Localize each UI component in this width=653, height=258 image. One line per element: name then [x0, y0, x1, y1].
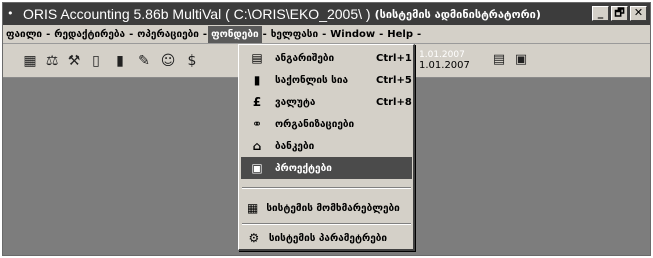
app-icon[interactable]: • -: [7, 7, 23, 34]
menu-item-accounts[interactable]: ▤ ანგარიშები Ctrl+1: [241, 47, 412, 69]
restore-button[interactable]: 🗗: [611, 6, 628, 21]
menu-help[interactable]: Help: [384, 26, 416, 43]
date-ghost: 1.01.2007: [419, 50, 465, 60]
bank-icon: ⌂: [252, 139, 262, 153]
menu-item-system-parameters[interactable]: ⚙ სისტემის პარამეტრები: [241, 227, 412, 249]
menu-item-label: პროექტები: [275, 162, 332, 174]
menu-item-currency[interactable]: £ ვალუტა Ctrl+8: [241, 91, 412, 113]
scale-icon[interactable]: ⚖: [43, 52, 61, 70]
tools-icon[interactable]: ⚒: [65, 52, 83, 70]
funds-dropdown-menu: ▤ ანგარიშები Ctrl+1 ▮ საქონლის სია Ctrl+…: [238, 44, 415, 251]
menu-item-system-users[interactable]: ▦ სისტემის მომხმარებლები: [241, 197, 412, 219]
menu-salary[interactable]: ხელფასი: [268, 26, 321, 43]
window-title: ORIS Accounting 5.86b MultiVal ( C:\ORIS…: [23, 6, 371, 22]
menu-item-shortcut: Ctrl+1: [376, 52, 412, 64]
barcode-icon[interactable]: ▮: [111, 52, 129, 70]
menu-divider: [242, 223, 411, 225]
menu-item-shortcut: Ctrl+8: [376, 96, 412, 108]
menu-item-label: ბანკები: [275, 140, 315, 152]
edit-icon[interactable]: ✎: [135, 52, 153, 70]
handshake-icon: ⚭: [251, 117, 263, 131]
menu-item-banks[interactable]: ⌂ ბანკები: [241, 135, 412, 157]
menu-item-goods-list[interactable]: ▮ საქონლის სია Ctrl+5: [241, 69, 412, 91]
menu-item-label: ვალუტა: [275, 96, 316, 108]
menu-divider: [242, 187, 411, 189]
menu-item-shortcut: Ctrl+5: [376, 74, 412, 86]
menu-item-projects[interactable]: ▣ პროექტები: [241, 157, 412, 179]
menu-bar: ფაილი - რედაქტირება - ოპერაციები - ფონდე…: [3, 25, 650, 44]
app-window: • - ORIS Accounting 5.86b MultiVal ( C:\…: [2, 2, 651, 256]
menu-item-label: საქონლის სია: [275, 74, 349, 86]
list-icon[interactable]: ▣: [511, 52, 531, 68]
window-subtitle: (სისტემის ადმინისტრატორი): [374, 7, 541, 21]
document-icon[interactable]: ▯: [87, 52, 105, 70]
minimize-button[interactable]: _: [592, 6, 609, 21]
people-icon[interactable]: ☺: [159, 52, 177, 70]
menu-item-organizations[interactable]: ⚭ ორგანიზაციები: [241, 113, 412, 135]
grid-icon[interactable]: ▦: [21, 52, 39, 70]
currency-icon: £: [252, 95, 262, 109]
menu-window[interactable]: Window: [327, 26, 378, 43]
calculator-icon[interactable]: ▤: [489, 52, 509, 68]
close-button[interactable]: ✕: [630, 6, 647, 21]
gears-icon: ⚙: [248, 231, 260, 245]
date-display: 1.01.2007 1.01.2007: [419, 50, 479, 72]
menu-item-label: ორგანიზაციები: [275, 118, 355, 130]
project-icon: ▣: [251, 161, 263, 175]
menu-item-label: სისტემის პარამეტრები: [268, 232, 388, 244]
barcode-icon: ▮: [253, 73, 261, 87]
settings-icon: ▦: [247, 201, 259, 215]
menu-separator: -: [417, 28, 422, 40]
menu-item-label: სისტემის მომხმარებლები: [266, 202, 400, 214]
menu-edit[interactable]: რედაქტირება: [51, 26, 128, 43]
menu-file[interactable]: ფაილი: [3, 26, 45, 43]
menu-operations[interactable]: ოპერაციები: [134, 26, 202, 43]
current-date: 1.01.2007: [419, 60, 470, 71]
title-bar[interactable]: • - ORIS Accounting 5.86b MultiVal ( C:\…: [3, 3, 650, 34]
menu-item-label: ანგარიშები: [275, 52, 335, 64]
money-icon[interactable]: $: [183, 52, 201, 70]
menu-funds[interactable]: ფონდები: [208, 25, 262, 43]
ledger-icon: ▤: [251, 51, 263, 65]
window-controls: _ 🗗 ✕: [592, 6, 647, 21]
